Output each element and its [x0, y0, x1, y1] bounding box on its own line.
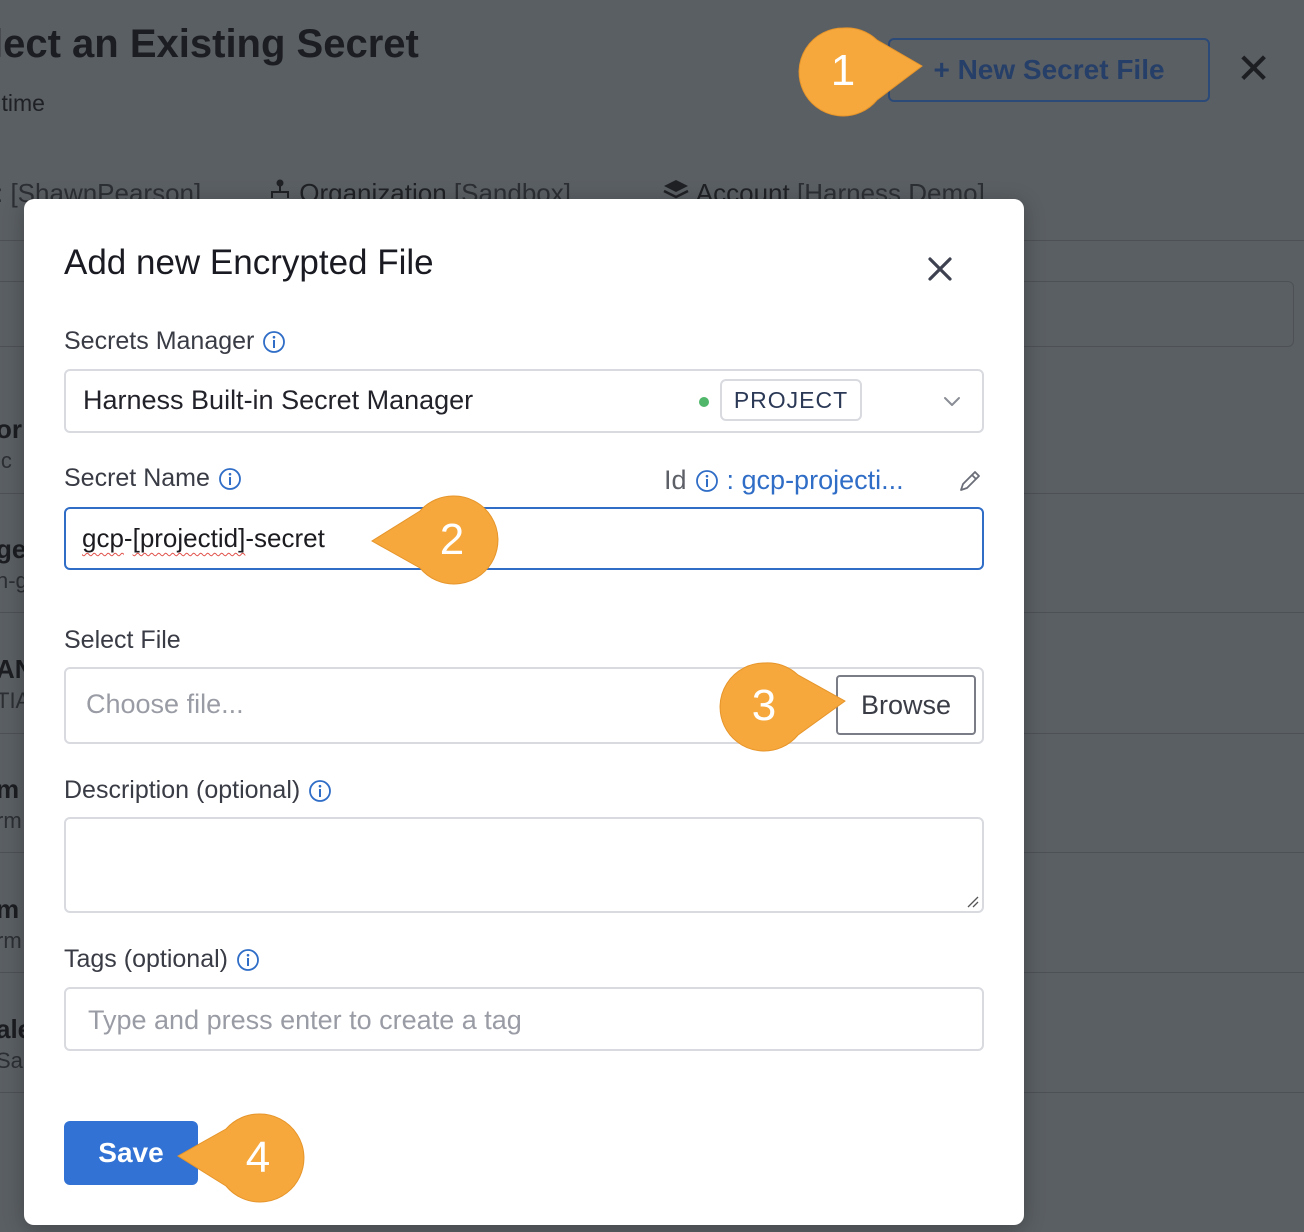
resize-handle-icon[interactable] — [963, 892, 979, 908]
list-item-detail: rm — [0, 928, 22, 953]
list-item-detail: Sa — [0, 1048, 23, 1073]
callout-number: 2 — [439, 515, 465, 564]
close-icon[interactable]: ✕ — [1236, 48, 1271, 90]
page-title: lect an Existing Secret — [0, 22, 419, 66]
list-item[interactable]: ge — [0, 534, 26, 565]
callout-number: 3 — [751, 681, 777, 730]
list-item[interactable]: or — [0, 414, 22, 445]
description-textarea[interactable] — [64, 817, 984, 913]
callout-number: 1 — [830, 46, 856, 95]
callout-1: 1 — [797, 26, 927, 118]
tags-placeholder: Type and press enter to create a tag — [88, 1005, 522, 1035]
list-item-detail: lc — [0, 448, 12, 473]
description-label: Description (optional) — [64, 776, 332, 805]
new-secret-file-button[interactable]: + New Secret File — [888, 38, 1210, 102]
list-item[interactable]: m — [0, 894, 19, 925]
chevron-down-icon[interactable] — [940, 389, 964, 413]
callout-4: 4 — [176, 1113, 308, 1203]
select-file-label: Select File — [64, 626, 181, 654]
status-dot — [699, 397, 709, 407]
callout-number: 4 — [245, 1133, 271, 1182]
secrets-manager-select[interactable]: Harness Built-in Secret Manager PROJECT — [64, 369, 984, 433]
secret-name-label: Secret Name — [64, 464, 242, 493]
browse-button[interactable]: Browse — [836, 675, 976, 735]
info-icon[interactable] — [262, 330, 286, 354]
secret-name-input[interactable]: gcp-[projectid]-secret — [64, 507, 984, 570]
info-icon[interactable] — [236, 948, 260, 972]
tags-input[interactable]: Type and press enter to create a tag — [64, 987, 984, 1051]
page-subtitle: l time — [0, 90, 45, 116]
secret-id-value: : gcp-projecti... — [726, 465, 904, 495]
info-icon[interactable] — [695, 469, 719, 493]
info-icon[interactable] — [308, 779, 332, 803]
pencil-icon[interactable] — [956, 467, 984, 495]
dialog-title: Add new Encrypted File — [64, 243, 434, 282]
callout-3: 3 — [718, 661, 850, 753]
close-icon[interactable] — [922, 251, 958, 287]
add-encrypted-file-dialog: Add new Encrypted File Secrets Manager H… — [24, 199, 1024, 1225]
secrets-manager-value: Harness Built-in Secret Manager — [83, 385, 474, 415]
secret-id-row: Id : gcp-projecti... — [664, 465, 904, 496]
info-icon[interactable] — [218, 467, 242, 491]
list-item-detail: rm — [0, 808, 22, 833]
file-placeholder: Choose file... — [86, 689, 244, 719]
secret-name-value: gcp-[projectid]-secret — [82, 523, 325, 553]
secrets-manager-label: Secrets Manager — [64, 327, 286, 356]
tags-label: Tags (optional) — [64, 945, 260, 974]
scope-badge: PROJECT — [720, 379, 862, 421]
list-item[interactable]: m — [0, 774, 19, 805]
callout-2: 2 — [370, 495, 502, 585]
id-label: Id — [664, 465, 687, 495]
